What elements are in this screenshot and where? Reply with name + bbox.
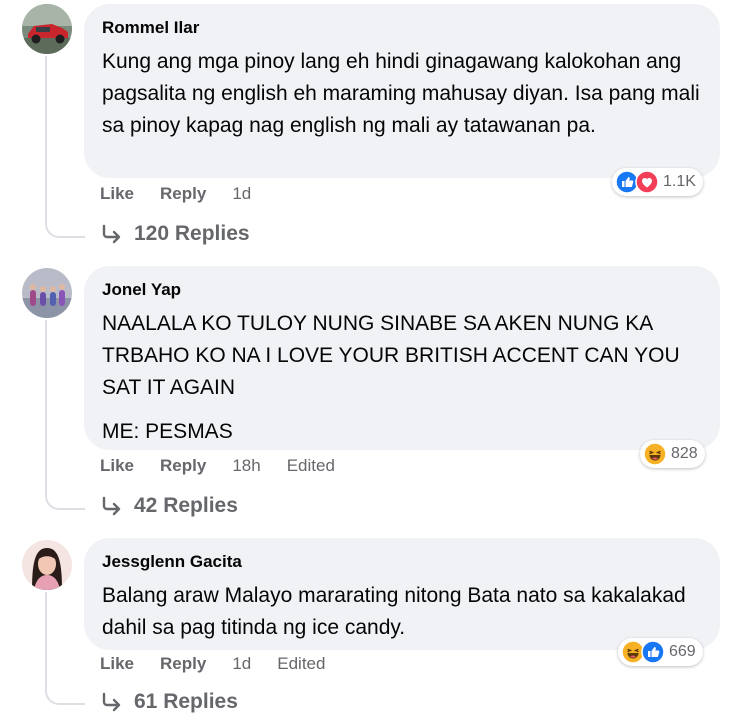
reply-arrow-icon	[100, 692, 122, 712]
comment-actions: Like Reply 18h Edited	[100, 456, 361, 476]
avatar[interactable]	[22, 268, 72, 318]
reaction-summary[interactable]: 1.1K	[612, 168, 703, 196]
like-icon	[641, 640, 665, 664]
thread-line	[45, 320, 47, 490]
haha-icon	[643, 442, 667, 466]
comment-author[interactable]: Rommel Ilar	[102, 18, 702, 38]
view-replies-button[interactable]: 61 Replies	[100, 690, 238, 714]
thread-line	[45, 592, 47, 685]
avatar-photo-image	[22, 268, 72, 318]
comment-bubble: Rommel Ilar Kung ang mga pinoy lang eh h…	[84, 4, 720, 178]
comment-paragraph: NAALALA KO TULOY NUNG SINABE SA AKEN NUN…	[102, 312, 680, 399]
view-replies-button[interactable]: 120 Replies	[100, 222, 250, 246]
view-replies-button[interactable]: 42 Replies	[100, 494, 238, 518]
replies-count-label: 120 Replies	[134, 222, 250, 245]
avatar[interactable]	[22, 540, 72, 590]
like-button[interactable]: Like	[100, 654, 134, 674]
comment-item: Jessglenn Gacita Balang araw Malayo mara…	[0, 534, 750, 727]
thread-connector	[45, 218, 85, 238]
comment-actions: Like Reply 1d Edited	[100, 654, 351, 674]
edited-label[interactable]: Edited	[277, 654, 325, 674]
comment-text: NAALALA KO TULOY NUNG SINABE SA AKEN NUN…	[102, 308, 702, 448]
comment-timestamp[interactable]: 1d	[232, 184, 251, 204]
reply-button[interactable]: Reply	[160, 184, 206, 204]
comment-bubble: Jonel Yap NAALALA KO TULOY NUNG SINABE S…	[84, 266, 720, 450]
avatar-car-image	[22, 4, 72, 54]
comment-paragraph: ME: PESMAS	[102, 420, 233, 443]
thread-line	[45, 56, 47, 218]
replies-count-label: 61 Replies	[134, 690, 238, 713]
reaction-count: 828	[671, 445, 698, 462]
comment-paragraph: Kung ang mga pinoy lang eh hindi ginagaw…	[102, 50, 700, 137]
thread-connector	[45, 490, 85, 510]
comment-timestamp[interactable]: 18h	[232, 456, 260, 476]
reaction-count: 669	[669, 643, 696, 660]
reaction-summary[interactable]: 828	[640, 440, 705, 468]
reaction-count: 1.1K	[663, 173, 696, 190]
reply-button[interactable]: Reply	[160, 654, 206, 674]
avatar[interactable]	[22, 4, 72, 54]
comment-author[interactable]: Jonel Yap	[102, 280, 702, 300]
comment-actions: Like Reply 1d	[100, 184, 277, 204]
reaction-summary[interactable]: 669	[618, 638, 703, 666]
thread-connector	[45, 685, 85, 705]
reply-arrow-icon	[100, 224, 122, 244]
love-icon	[635, 170, 659, 194]
reply-arrow-icon	[100, 496, 122, 516]
edited-label[interactable]: Edited	[287, 456, 335, 476]
comment-text: Kung ang mga pinoy lang eh hindi ginagaw…	[102, 46, 702, 142]
like-button[interactable]: Like	[100, 456, 134, 476]
comment-bubble: Jessglenn Gacita Balang araw Malayo mara…	[84, 538, 720, 650]
comment-paragraph: Balang araw Malayo mararating nitong Bat…	[102, 584, 686, 639]
like-button[interactable]: Like	[100, 184, 134, 204]
comment-text: Balang araw Malayo mararating nitong Bat…	[102, 580, 702, 644]
avatar-photo-image	[22, 540, 72, 590]
comment-item: Jonel Yap NAALALA KO TULOY NUNG SINABE S…	[0, 262, 750, 534]
replies-count-label: 42 Replies	[134, 494, 238, 517]
reply-button[interactable]: Reply	[160, 456, 206, 476]
comment-timestamp[interactable]: 1d	[232, 654, 251, 674]
comment-author[interactable]: Jessglenn Gacita	[102, 552, 702, 572]
comment-item: Rommel Ilar Kung ang mga pinoy lang eh h…	[0, 0, 750, 262]
